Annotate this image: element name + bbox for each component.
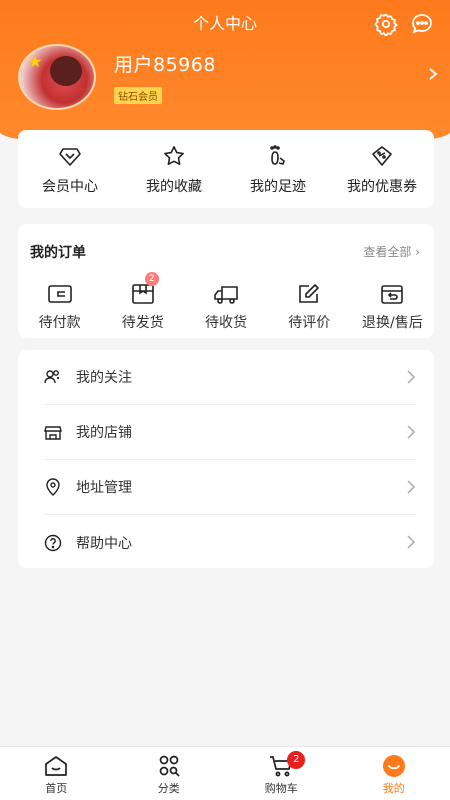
orders-title: 我的订单: [30, 245, 86, 261]
orders-card: 我的订单 查看全部 › 待付款 2 待发货 待收货 待评价 退换/售后: [18, 224, 434, 338]
order-count-badge: 2: [144, 272, 159, 286]
star-icon: ★: [28, 52, 43, 71]
view-all-orders-link[interactable]: 查看全部 ›: [363, 243, 420, 260]
member-level-badge: 钻石会员: [114, 87, 162, 104]
edit-icon: [299, 284, 320, 303]
tab-home[interactable]: 首页: [0, 747, 113, 800]
tab-label: 首页: [45, 782, 68, 795]
quick-link-label: 我的收藏: [146, 179, 202, 195]
tab-label: 我的: [382, 782, 405, 795]
avatar-figure: [50, 56, 82, 86]
quick-link-member-center[interactable]: 会员中心: [18, 130, 122, 208]
menu-item-label: 地址管理: [76, 480, 132, 496]
menu-item-follows[interactable]: 我的关注: [44, 350, 416, 405]
tab-me[interactable]: 我的: [338, 747, 450, 800]
quick-link-coupons[interactable]: 我的优惠券: [330, 130, 434, 208]
location-icon: [46, 478, 60, 496]
tab-label: 分类: [157, 782, 180, 795]
menu-item-address[interactable]: 地址管理: [44, 460, 416, 515]
menu-item-label: 我的店铺: [76, 425, 132, 441]
bottom-tab-bar: 首页 分类 2 购物车 我的: [0, 746, 450, 800]
quick-link-label: 会员中心: [42, 179, 98, 195]
follow-icon: [44, 370, 59, 384]
view-all-label: 查看全部: [363, 245, 412, 259]
coupon-icon: [372, 146, 392, 166]
menu-item-label: 帮助中心: [76, 535, 132, 552]
avatar[interactable]: ★: [18, 44, 96, 110]
order-status-label: 待发货: [121, 315, 164, 331]
quick-link-label: 我的优惠券: [347, 179, 417, 195]
menu-card: 我的关注 我的店铺 地址管理 帮助中心: [18, 350, 434, 568]
username: 用户85968: [114, 54, 216, 76]
diamond-icon: [59, 148, 81, 166]
chevron-right-icon: [407, 425, 416, 439]
order-status-label: 待收货: [205, 315, 247, 331]
top-bar: 个人中心: [0, 10, 450, 38]
category-icon: [159, 755, 180, 777]
menu-item-my-store[interactable]: 我的店铺: [44, 405, 416, 460]
cart-count-badge: 2: [287, 751, 306, 769]
menu-item-help[interactable]: 帮助中心: [44, 515, 416, 570]
order-status-pending-shipment[interactable]: 2 待发货: [101, 272, 184, 332]
order-status-label: 待评价: [288, 315, 331, 331]
chevron-right-icon[interactable]: [426, 66, 440, 82]
me-icon: [382, 755, 405, 777]
profile-header[interactable]: ★ 用户85968 钻石会员: [18, 44, 438, 114]
order-status-label: 待付款: [38, 315, 81, 331]
chevron-right-icon: [407, 370, 416, 384]
chevron-right-icon: [407, 535, 416, 549]
store-icon: [44, 426, 62, 440]
wallet-icon: [47, 285, 72, 303]
order-status-after-sales[interactable]: 退换/售后: [351, 282, 434, 332]
tab-label: 购物车: [264, 782, 298, 795]
quick-links-card: 会员中心 我的收藏 我的足迹 我的优惠券: [18, 130, 434, 208]
quick-link-label: 我的足迹: [250, 179, 306, 195]
chevron-right-icon: [407, 480, 416, 494]
quick-link-favorites[interactable]: 我的收藏: [122, 130, 226, 208]
star-icon: [164, 146, 184, 165]
tab-category[interactable]: 分类: [113, 747, 226, 800]
quick-link-footprints[interactable]: 我的足迹: [226, 130, 330, 208]
chevron-right-icon: ›: [415, 245, 420, 259]
message-icon[interactable]: [410, 12, 434, 36]
return-icon: [381, 285, 404, 304]
order-status-pending-receipt[interactable]: 待收货: [184, 282, 267, 332]
order-status-pending-payment[interactable]: 待付款: [18, 282, 101, 332]
footprint-icon: [270, 145, 285, 165]
truck-icon: [214, 286, 238, 304]
order-status-label: 退换/售后: [362, 315, 423, 331]
tab-cart[interactable]: 2 购物车: [225, 747, 338, 800]
order-status-row: 待付款 2 待发货 待收货 待评价 退换/售后: [18, 272, 434, 332]
gear-icon[interactable]: [374, 12, 398, 36]
menu-item-label: 我的关注: [76, 370, 132, 386]
home-icon: [45, 756, 68, 776]
help-icon: [44, 534, 62, 551]
order-status-pending-review[interactable]: 待评价: [268, 282, 351, 332]
